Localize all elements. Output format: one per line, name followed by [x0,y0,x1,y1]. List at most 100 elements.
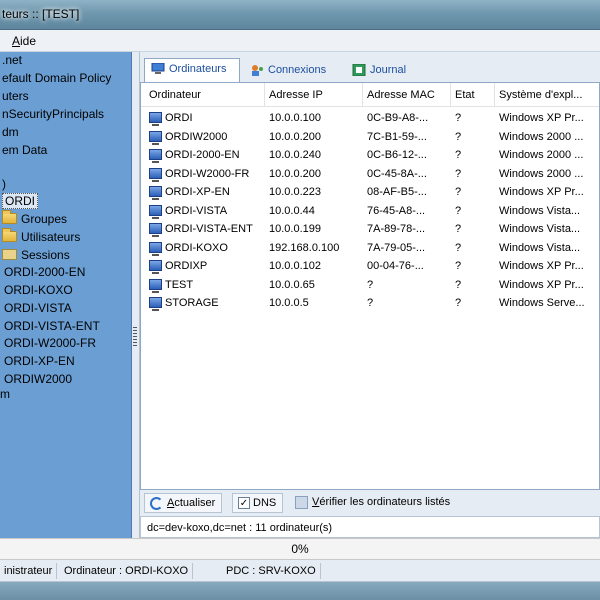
tree-item[interactable]: ORDI-W2000-FR [4,335,96,352]
tab-journal[interactable]: Journal [346,60,416,82]
cell-text: ORDI-VISTA [165,204,228,217]
table-cell: ORDI-2000-EN [145,146,265,165]
tree-item-sessions[interactable]: Sessions [2,247,70,264]
column-header-mac[interactable]: Adresse MAC [363,83,451,107]
column-header-etat[interactable]: Etat [451,83,495,107]
tree-item[interactable]: efault Domain Policy [2,70,111,87]
table-row[interactable]: TEST 10.0.0.65?? Windows XP Pr... [141,276,599,295]
table-cell: Windows XP Pr... [495,276,599,295]
journal-icon [352,64,366,76]
tree-item[interactable]: ORDI-XP-EN [4,353,75,370]
table-cell: ? [451,276,495,295]
cell-text: Windows Vista... [499,241,581,254]
app-window: teurs :: [TEST] Aide .net efault Domain … [0,0,600,600]
cell-text: ? [455,223,462,235]
cell-text: STORAGE [165,297,219,309]
cell-text: ? [367,297,374,309]
column-header-ip[interactable]: Adresse IP [265,83,363,107]
tree-item[interactable]: em Data [2,142,47,159]
table-cell: ? [363,276,451,295]
tree-item-ordi[interactable]: ORDI [2,193,38,210]
cell-text: Windows XP Pr... [499,186,584,198]
dns-checkbox[interactable]: ✓ DNS [232,493,284,513]
cell-text: 10.0.0.65 [269,278,315,291]
menu-help-rest: ide [20,34,37,48]
checkbox-icon[interactable]: ✓ [238,497,250,509]
computer-icon [149,149,162,163]
cell-text: ? [455,167,462,180]
table-cell: 10.0.0.5 [265,294,363,313]
tree-item[interactable]: dm [2,124,19,141]
menu-help-accel: A [12,34,21,48]
directory-tree[interactable]: .net efault Domain Policy uters nSecurit… [0,52,132,538]
tree-item[interactable]: ORDI-2000-EN [4,264,85,281]
tree-item-label: Sessions [21,248,70,262]
tree-item-label: efault Domain Policy [2,71,112,85]
tree-item[interactable]: .net [2,52,22,69]
tree-item-label: ORDI [2,193,38,209]
tab-label: Connexions [268,64,327,76]
table-row[interactable]: STORAGE 10.0.0.5?? Windows Serve... [141,294,599,313]
table-row[interactable]: ORDI-VISTA 10.0.0.44 76-45-A8-...? Windows … [141,202,599,221]
status-bar: inistrateur Ordinateur : ORDI-KOXO PDC :… [0,560,600,582]
table-cell: 7A-79-05-... [363,239,451,258]
table-row[interactable]: ORDIW2000 10.0.0.200 7C-B1-59-...? Windows … [141,128,599,147]
tree-item[interactable]: nSecurityPrincipals [2,106,104,123]
status-computer: Ordinateur : ORDI-KOXO [60,563,194,579]
tree-item[interactable]: ORDI-VISTA [4,300,72,317]
table-cell: Windows Serve... [495,294,599,313]
computer-icon [149,260,162,274]
cell-text: ORDI-2000-EN [165,149,240,161]
table-row[interactable]: ORDI-XP-EN 10.0.0.223 08-AF-B5-...? Windows… [141,183,599,202]
pane-splitter[interactable] [132,52,140,538]
progress-label: 0% [291,542,309,556]
table-cell: 10.0.0.223 [265,183,363,202]
tab-strip: Ordinateurs Connexions Journal [140,56,600,82]
tree-item[interactable]: uters [2,88,29,105]
computer-icon [149,186,162,200]
column-header-ordinateur[interactable]: Ordinateur [145,83,265,107]
tree-item[interactable]: ORDI-KOXO [4,282,73,299]
tree-item-label: nSecurityPrincipals [2,107,105,121]
cell-text: ? [455,241,462,254]
connections-icon [252,65,263,76]
verify-computers-button[interactable]: Vérifier les ordinateurs listés [290,493,456,513]
tree-item[interactable]: ORDI-VISTA-ENT [4,318,100,335]
cell-text: ? [455,297,462,309]
desktop-background [0,582,600,600]
cell-text: Windows 2000 ... [499,167,584,180]
tree-item-label: Utilisateurs [21,230,81,244]
tree-item[interactable]: ) [2,176,6,193]
table-row[interactable]: ORDI 10.0.0.100 0C-B9-A8-...? Windows XP Pr… [141,109,599,128]
tree-item-utilisateurs[interactable]: Utilisateurs [2,228,81,246]
menu-help[interactable]: Aide [12,34,36,48]
cell-text: 7A-79-05-... [367,241,426,254]
tree-item-label: Groupes [21,212,68,226]
table-cell: 10.0.0.100 [265,109,363,128]
computers-table[interactable]: Ordinateur Adresse IP Adresse MAC Etat S… [140,82,600,490]
cell-text: 10.0.0.223 [269,186,321,198]
table-cell: 10.0.0.102 [265,257,363,276]
title-bar[interactable]: teurs :: [TEST] [0,0,600,30]
tree-item-groupes[interactable]: Groupes [2,210,68,228]
table-row[interactable]: ORDI-KOXO 192.168.0.100 7A-79-05-...? Windo… [141,239,599,258]
tab-ordinateurs[interactable]: Ordinateurs [144,58,240,82]
cell-text: Windows Vista... [499,204,581,217]
verify-label: érifier les ordinateurs listés [319,496,451,508]
table-row[interactable]: ORDI-VISTA-ENT 10.0.0.199 7A-89-78-...? Win… [141,220,599,239]
tree-item[interactable]: ORDIW2000 [4,371,72,388]
tab-connexions[interactable]: Connexions [244,60,340,82]
table-row[interactable]: ORDI-2000-EN 10.0.0.240 0C-B6-12-...? Windo… [141,146,599,165]
table-cell: 0C-B9-A8-... [363,109,451,128]
refresh-button[interactable]: Actualiser [144,493,223,513]
table-row[interactable]: ORDI-W2000-FR 10.0.0.200 0C-45-8A-...? Wind… [141,165,599,184]
column-header-os[interactable]: Système d'expl... [495,83,599,107]
table-row[interactable]: ORDIXP 10.0.0.102 00-04-76-...? Windows XP … [141,257,599,276]
status-user: inistrateur [0,563,58,579]
tab-label: Ordinateurs [169,63,227,75]
splitter-grip[interactable] [133,327,137,347]
table-cell: 0C-45-8A-... [363,165,451,184]
table-cell: ? [451,128,495,147]
table-cell: 00-04-76-... [363,257,451,276]
tree-item[interactable]: m [0,386,10,403]
